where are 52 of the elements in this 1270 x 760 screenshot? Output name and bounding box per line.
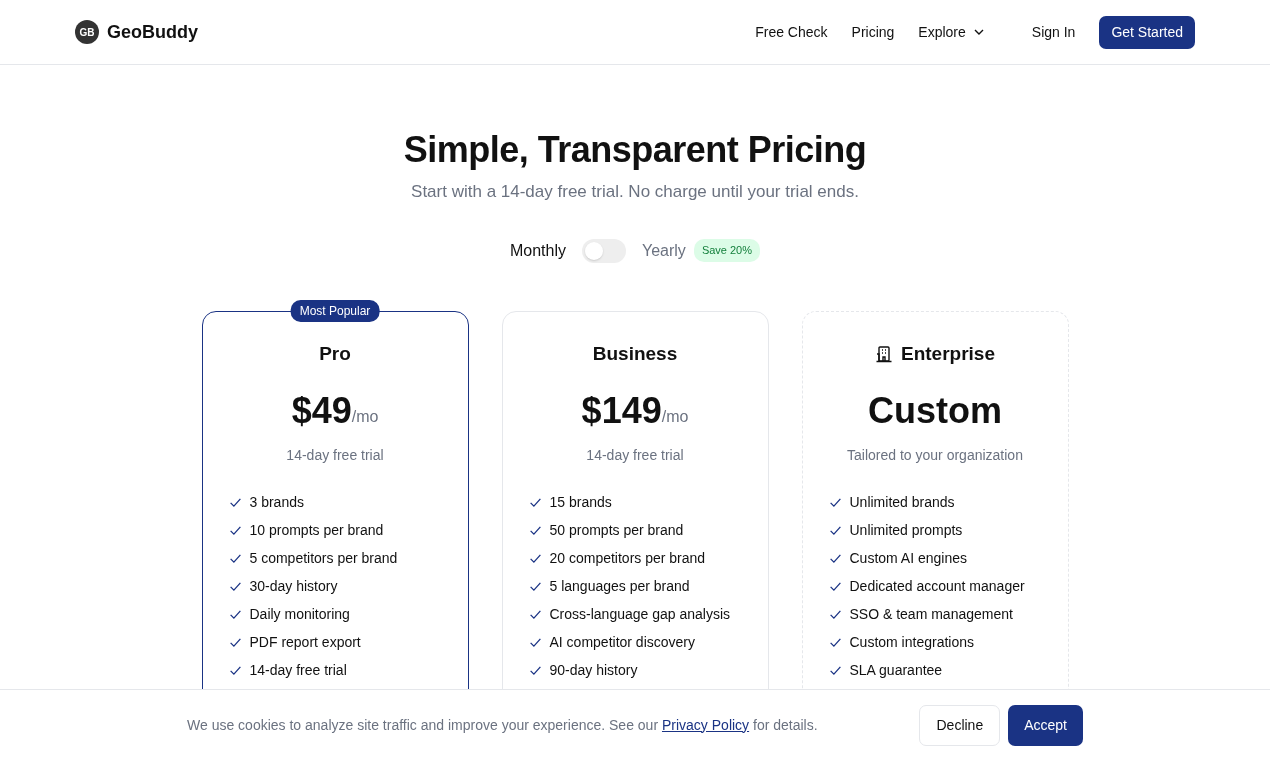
feature-item: Dedicated account manager xyxy=(849,577,1025,597)
feature-item: 50 prompts per brand xyxy=(549,521,684,541)
feature-item: Custom AI engines xyxy=(849,549,967,569)
feature-item: Unlimited prompts xyxy=(849,521,963,541)
popular-badge: Most Popular xyxy=(290,299,380,322)
accept-button[interactable]: Accept xyxy=(1008,704,1083,746)
feature-item: 20 competitors per brand xyxy=(549,549,706,569)
nav-link[interactable]: Sign In xyxy=(1031,21,1076,43)
feature-item: SLA guarantee xyxy=(849,661,943,681)
billing-toggle[interactable] xyxy=(582,238,626,263)
get-started-button[interactable]: Get Started xyxy=(1099,15,1195,49)
page-title: Simple, Transparent Pricing xyxy=(402,128,868,172)
plan-price: Custom xyxy=(868,393,1002,430)
price-period: /mo xyxy=(351,408,379,426)
nav-dropdown[interactable]: Explore xyxy=(918,21,984,43)
feature-item: 3 brands xyxy=(249,493,304,513)
building-icon xyxy=(875,344,893,363)
privacy-policy-link[interactable]: Privacy Policy xyxy=(661,716,750,733)
plan-name: Pro xyxy=(319,341,351,366)
feature-item: 30-day history xyxy=(249,577,338,597)
plan-note: 14-day free trial xyxy=(585,446,685,466)
plan-name: Business xyxy=(592,341,678,366)
decline-button[interactable]: Decline xyxy=(919,704,1001,746)
logo-icon[interactable]: GB xyxy=(75,20,99,44)
cookie-message: We use cookies to analyze site traffic and improve your experience. See our Privacy Policy for details. xyxy=(187,715,818,735)
feature-item: 14-day free trial xyxy=(249,661,347,681)
nav-link[interactable]: Pricing xyxy=(851,21,895,43)
feature-item: PDF report export xyxy=(249,633,361,653)
plan-note: 14-day free trial xyxy=(285,446,385,466)
feature-item: 5 languages per brand xyxy=(549,577,690,597)
feature-item: 15 brands xyxy=(549,493,612,513)
monthly-label: Monthly xyxy=(509,240,566,261)
feature-item: AI competitor discovery xyxy=(549,633,695,653)
plan-name: Enterprise xyxy=(901,341,995,366)
plan-price: $49 xyxy=(291,393,352,430)
feature-item: Unlimited brands xyxy=(849,493,955,513)
page-subtitle: Start with a 14-day free trial. No charge until your trial ends. xyxy=(410,181,860,204)
feature-item: 10 prompts per brand xyxy=(249,521,384,541)
feature-item: Cross-language gap analysis xyxy=(549,605,731,625)
nav-link[interactable]: Free Check xyxy=(755,21,828,43)
feature-item: Custom integrations xyxy=(849,633,974,653)
plan-price: $149 xyxy=(581,393,662,430)
yearly-label: Yearly xyxy=(642,240,686,261)
feature-item: SSO & team management xyxy=(849,605,1013,625)
feature-item: Daily monitoring xyxy=(249,605,350,625)
price-period: /mo xyxy=(661,408,689,426)
save-badge: Save 20% xyxy=(693,239,761,262)
plan-note: Tailored to your organization xyxy=(846,446,1024,466)
feature-item: 5 competitors per brand xyxy=(249,549,398,569)
brand-name[interactable]: GeoBuddy xyxy=(107,18,198,46)
chevron-down-icon xyxy=(973,27,984,37)
feature-item: 90-day history xyxy=(549,661,638,681)
